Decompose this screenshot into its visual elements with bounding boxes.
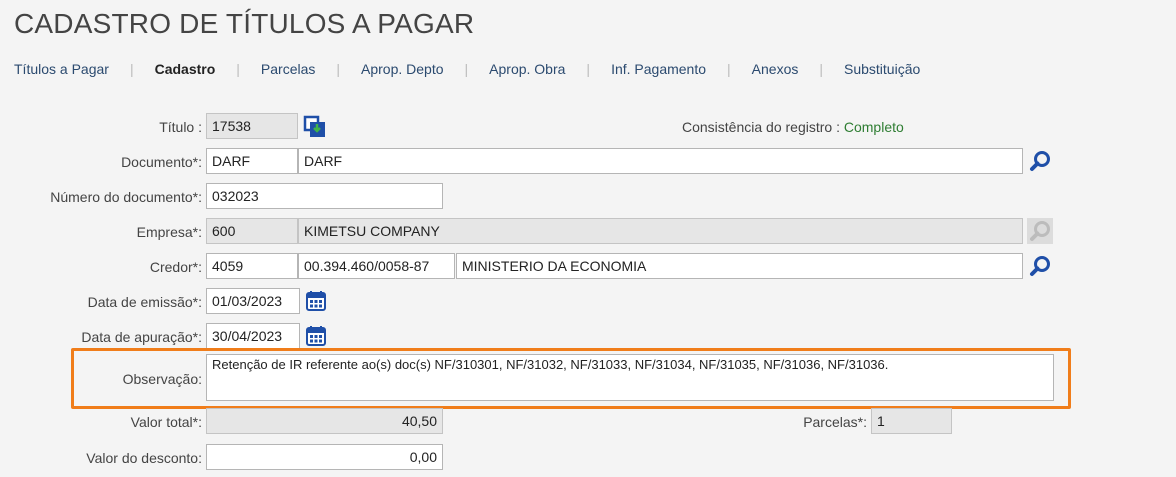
tab-separator: | <box>129 61 134 77</box>
tab-separator: | <box>336 61 341 77</box>
search-icon[interactable] <box>1027 253 1053 279</box>
tab-separator: | <box>464 61 469 77</box>
tab-aprop-obra[interactable]: Aprop. Obra <box>489 61 565 77</box>
valor-desconto-field[interactable]: 0,00 <box>206 444 443 470</box>
tab-cadastro[interactable]: Cadastro <box>155 61 216 77</box>
documento-description-field[interactable]: DARF <box>298 148 1023 174</box>
empresa-name-field: KIMETSU COMPANY <box>298 218 1023 244</box>
data-emissao-field[interactable]: 01/03/2023 <box>206 288 300 314</box>
empresa-label: Empresa*: <box>136 224 202 240</box>
consistencia-value: Completo <box>843 119 904 135</box>
titulo-field: 17538 <box>206 113 298 139</box>
credor-name-field[interactable]: MINISTERIO DA ECONOMIA <box>456 253 1023 279</box>
copy-record-icon[interactable] <box>302 114 328 140</box>
search-icon <box>1027 218 1053 244</box>
page-title: CADASTRO DE TÍTULOS A PAGAR <box>14 8 475 39</box>
consistencia-label: Consistência do registro : <box>682 119 840 135</box>
valor-desconto-label: Valor do desconto: <box>86 450 202 466</box>
parcelas-field: 1 <box>871 408 952 434</box>
data-emissao-label: Data de emissão*: <box>87 294 202 310</box>
parcelas-label: Parcelas*: <box>803 414 867 430</box>
tab-parcelas[interactable]: Parcelas <box>261 61 315 77</box>
credor-cnpj-field[interactable]: 00.394.460/0058-87 <box>298 253 455 279</box>
tab-inf-pagamento[interactable]: Inf. Pagamento <box>611 61 706 77</box>
tab-substituicao[interactable]: Substituição <box>844 61 920 77</box>
tab-separator: | <box>727 61 731 77</box>
empresa-code-field: 600 <box>206 218 298 244</box>
tab-aprop-depto[interactable]: Aprop. Depto <box>361 61 444 77</box>
tab-anexos[interactable]: Anexos <box>752 61 799 77</box>
calendar-icon[interactable] <box>303 323 329 349</box>
valor-total-label: Valor total*: <box>130 414 202 430</box>
tab-separator: | <box>236 61 240 77</box>
numero-documento-label: Número do documento*: <box>50 189 202 205</box>
numero-documento-field[interactable]: 032023 <box>206 183 443 209</box>
data-apuracao-field[interactable]: 30/04/2023 <box>206 323 300 349</box>
tab-titulos-a-pagar[interactable]: Títulos a Pagar <box>14 61 109 77</box>
valor-total-field: 40,50 <box>206 408 443 434</box>
documento-code-field[interactable]: DARF <box>206 148 298 174</box>
tab-separator: | <box>586 61 591 77</box>
observacao-highlight-box <box>71 348 1071 409</box>
tab-separator: | <box>819 61 823 77</box>
calendar-icon[interactable] <box>303 288 329 314</box>
data-apuracao-label: Data de apuração*: <box>81 329 202 345</box>
tab-bar: Títulos a Pagar | Cadastro | Parcelas | … <box>14 61 920 77</box>
credor-code-field[interactable]: 4059 <box>206 253 298 279</box>
search-icon[interactable] <box>1027 148 1053 174</box>
credor-label: Credor*: <box>149 259 202 275</box>
titulo-label: Título : <box>159 119 202 135</box>
documento-label: Documento*: <box>121 154 202 170</box>
consistencia-status: Consistência do registro : Completo <box>682 119 904 135</box>
